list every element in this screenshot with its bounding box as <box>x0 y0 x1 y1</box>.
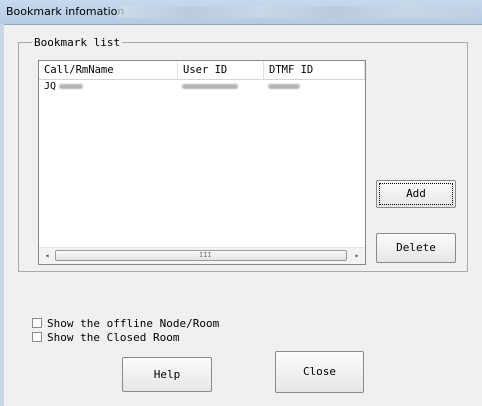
title-bar[interactable]: Bookmark infomation <box>0 0 482 25</box>
column-header-user-id[interactable]: User ID <box>178 61 264 79</box>
call-cell: JQ <box>44 81 57 92</box>
add-button[interactable]: Add <box>376 180 456 208</box>
show-closed-checkbox[interactable] <box>32 332 42 342</box>
user-id-cell-blurred <box>182 84 238 89</box>
scroll-left-icon[interactable]: ◂ <box>39 248 55 264</box>
dtmf-id-cell-blurred <box>268 84 300 89</box>
column-header-call-rmname[interactable]: Call/RmName <box>39 61 178 79</box>
scroll-right-icon[interactable]: ▸ <box>349 248 365 264</box>
title-bar-blurred-text <box>118 6 478 18</box>
delete-button[interactable]: Delete <box>376 233 456 263</box>
window-title: Bookmark infomation <box>6 5 125 18</box>
help-button[interactable]: Help <box>122 357 212 392</box>
show-closed-label: Show the Closed Room <box>47 331 180 344</box>
column-header-dtmf-id[interactable]: DTMF ID <box>264 61 365 79</box>
window-left-border <box>0 24 4 406</box>
table-row[interactable]: JQ <box>39 80 365 94</box>
scroll-thumb[interactable]: III <box>55 250 347 261</box>
call-cell-blurred <box>59 84 83 89</box>
scroll-grip-icon: III <box>199 251 212 259</box>
show-offline-checkbox[interactable] <box>32 318 42 328</box>
bookmark-list-view[interactable]: Call/RmName User ID DTMF ID JQ ◂ III ▸ <box>38 60 366 265</box>
close-button[interactable]: Close <box>275 351 364 393</box>
horizontal-scrollbar[interactable]: ◂ III ▸ <box>39 247 365 264</box>
list-header: Call/RmName User ID DTMF ID <box>39 61 365 80</box>
show-offline-label: Show the offline Node/Room <box>47 317 220 330</box>
bookmark-list-legend: Bookmark list <box>32 36 123 49</box>
